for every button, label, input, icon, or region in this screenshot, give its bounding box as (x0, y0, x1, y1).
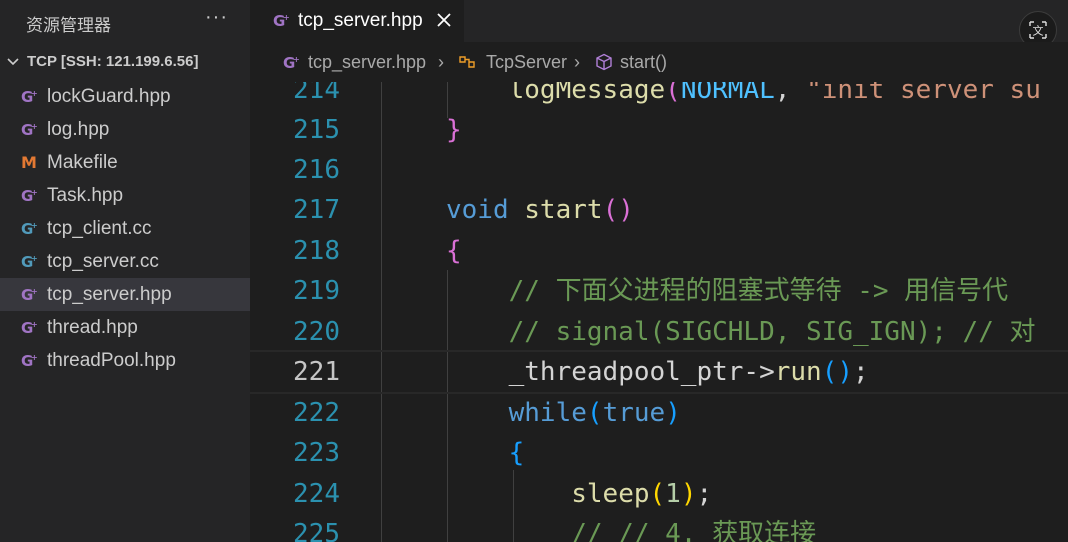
code-text: sleep(1); (571, 479, 713, 509)
code-line: 215 } (250, 110, 1068, 150)
file-item-thread[interactable]: G + thread.hpp (0, 311, 250, 344)
cpp-header-icon: G+ (21, 88, 38, 105)
line-number: 216 (293, 155, 340, 185)
svg-text:+: + (293, 55, 300, 64)
code-text: void start() (446, 195, 634, 225)
code-text: logMessage(NORMAL, "init server su (508, 82, 1041, 105)
explorer-header: 资源管理器 ··· (0, 0, 250, 42)
explorer-title: 资源管理器 (26, 16, 111, 36)
current-line: 221 _threadpool_ptr->run(); (250, 350, 1068, 394)
code-text: // // 4. 获取连接 (446, 519, 817, 542)
code-text: // signal(SIGCHLD, SIG_IGN); // 对 (446, 317, 1036, 347)
svg-text:+: + (31, 254, 38, 263)
code-line: 217 void start() (250, 190, 1068, 230)
code-text: // 下面父进程的阻塞式等待 -> 用信号代 (446, 276, 1009, 306)
makefile-icon: M (21, 153, 37, 171)
cpp-source-icon: G+ (21, 253, 38, 270)
cpp-header-icon: G+ (21, 352, 38, 369)
line-number: 222 (293, 398, 340, 428)
line-number: 223 (293, 438, 340, 468)
file-label: Task.hpp (47, 185, 124, 206)
line-number: 225 (293, 519, 340, 542)
class-icon (459, 56, 475, 68)
svg-text:+: + (31, 122, 38, 131)
cpp-header-icon: G+ (273, 12, 290, 29)
cpp-header-icon: G+ (21, 319, 38, 336)
code-line: 216 (250, 150, 1068, 190)
code-line: 222 while(true) (250, 393, 1068, 433)
explorer-sidebar: 资源管理器 ··· TCP [SSH: 121.199.6.56] G + loc… (0, 0, 250, 542)
svg-text:+: + (31, 89, 38, 98)
svg-text:+: + (31, 320, 38, 329)
chevron-down-icon (7, 58, 19, 66)
line-number: 218 (293, 236, 340, 266)
cpp-header-icon: G+ (21, 187, 38, 204)
code-line: 223 { (250, 433, 1068, 473)
svg-text:+: + (283, 13, 290, 22)
svg-text:+: + (31, 287, 38, 296)
line-number: 217 (293, 195, 340, 225)
code-text: while(true) (508, 398, 681, 428)
code-editor[interactable]: 214 logMessage(NORMAL, "init server su 2… (250, 82, 1068, 542)
method-icon (596, 53, 612, 71)
svg-text:+: + (31, 188, 38, 197)
breadcrumb-separator-icon: › (438, 52, 444, 72)
line-number: 224 (293, 479, 340, 509)
cpp-header-icon: G+ (21, 286, 38, 303)
file-label: Makefile (47, 152, 118, 173)
workspace-folder-header[interactable]: TCP [SSH: 121.199.6.56] (0, 50, 250, 76)
svg-text:+: + (31, 353, 38, 362)
file-item-tcp-server-hpp[interactable]: G + tcp_server.hpp (0, 278, 250, 311)
line-number: 221 (293, 357, 340, 387)
more-actions-icon[interactable]: ··· (205, 6, 228, 29)
file-item-tcp-server-cc[interactable]: G + tcp_server.cc (0, 245, 250, 278)
file-label: tcp_server.cc (47, 251, 159, 272)
close-icon[interactable] (435, 11, 453, 29)
line-number: 220 (293, 317, 340, 347)
tab-tcp-server-hpp[interactable]: G + tcp_server.hpp (250, 0, 464, 42)
breadcrumb-method[interactable]: start() (620, 52, 667, 73)
svg-text:+: + (31, 221, 38, 230)
code-text: { (446, 236, 462, 266)
file-item-log[interactable]: G + log.hpp (0, 113, 250, 146)
line-number: 219 (293, 276, 340, 306)
code-text: _threadpool_ptr->run(); (508, 357, 869, 387)
file-item-tcp-client[interactable]: G + tcp_client.cc (0, 212, 250, 245)
file-label: log.hpp (47, 119, 110, 140)
editor-tab-bar: G + tcp_server.hpp (250, 0, 1068, 42)
code-line: 219 // 下面父进程的阻塞式等待 -> 用信号代 (250, 271, 1068, 311)
file-item-lockguard[interactable]: G + lockGuard.hpp (0, 80, 250, 113)
workspace-folder-label: TCP [SSH: 121.199.6.56] (27, 53, 199, 70)
file-label: tcp_client.cc (47, 218, 152, 239)
line-number: 214 (293, 82, 340, 105)
code-line: 224 sleep(1); (250, 474, 1068, 514)
breadcrumb: G + tcp_server.hpp › TcpServer › start() (250, 42, 1068, 82)
svg-text:M: M (21, 153, 37, 171)
file-item-threadpool[interactable]: G + threadPool.hpp (0, 344, 250, 377)
cpp-source-icon: G+ (21, 220, 38, 237)
file-label: tcp_server.hpp (47, 284, 172, 305)
breadcrumb-class[interactable]: TcpServer (486, 52, 567, 73)
file-label: thread.hpp (47, 317, 138, 338)
file-item-makefile[interactable]: M Makefile (0, 146, 250, 179)
tab-label: tcp_server.hpp (298, 10, 423, 31)
breadcrumb-file[interactable]: tcp_server.hpp (308, 52, 426, 73)
svg-text:文: 文 (1033, 24, 1044, 38)
file-label: lockGuard.hpp (47, 86, 171, 107)
breadcrumb-separator-icon: › (574, 52, 580, 72)
code-line: 220 // signal(SIGCHLD, SIG_IGN); // 对 (250, 312, 1068, 352)
file-item-task[interactable]: G + Task.hpp (0, 179, 250, 212)
cpp-header-icon: G+ (283, 54, 300, 71)
line-number: 215 (293, 115, 340, 145)
code-line: 214 logMessage(NORMAL, "init server su (250, 82, 1068, 110)
code-text: { (508, 438, 525, 468)
translate-icon: 文 (1029, 21, 1047, 39)
code-text: } (446, 115, 462, 145)
file-tree: G + lockGuard.hpp G + log.hpp M Makefile G… (0, 80, 250, 377)
code-line: 225 // // 4. 获取连接 (250, 514, 1068, 542)
file-label: threadPool.hpp (47, 350, 176, 371)
cpp-header-icon: G+ (21, 121, 38, 138)
code-line: 218 { (250, 231, 1068, 271)
